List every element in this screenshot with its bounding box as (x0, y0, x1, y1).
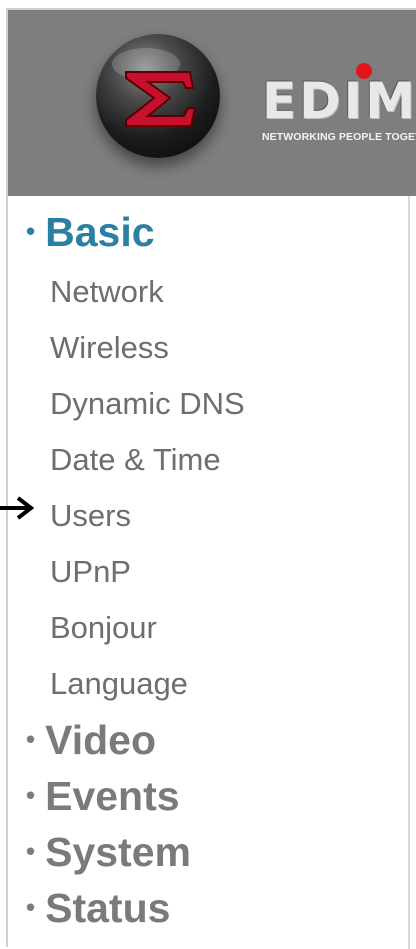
menu-section-label: Events (45, 773, 180, 819)
brand-name: EDIMAX (262, 72, 416, 130)
menu-section-video[interactable]: • Video (26, 716, 156, 767)
menu-section-events[interactable]: • Events (26, 772, 180, 823)
menu-section-label: Status (45, 885, 171, 931)
menu-section-basic[interactable]: • Basic (26, 208, 155, 259)
brand-tagline: NETWORKING PEOPLE TOGETHER (262, 131, 416, 143)
menu-item-users[interactable]: Users (50, 496, 131, 536)
menu-item-language[interactable]: Language (50, 664, 188, 704)
arrow-right-icon (0, 496, 35, 520)
menu-section-label: Basic (45, 209, 155, 255)
menu-item-bonjour[interactable]: Bonjour (50, 608, 157, 648)
menu-section-status[interactable]: • Status (26, 884, 170, 935)
menu-item-upnp[interactable]: UPnP (50, 552, 131, 592)
brand-logo: EDIMAX NETWORKING PEOPLE TOGETHER (262, 63, 416, 156)
header-banner: EDIMAX NETWORKING PEOPLE TOGETHER (8, 10, 416, 196)
menu-item-network[interactable]: Network (50, 272, 164, 312)
menu-item-wireless[interactable]: Wireless (50, 328, 169, 368)
bullet-icon: • (26, 724, 36, 755)
bullet-icon: • (26, 216, 36, 247)
menu-section-label: Video (45, 717, 156, 763)
bullet-icon: • (26, 836, 36, 867)
menu-section-system[interactable]: • System (26, 828, 191, 879)
bullet-icon: • (26, 892, 36, 923)
menu-section-label: System (45, 829, 191, 875)
sigma-logo-icon (96, 34, 220, 158)
content-divider (408, 196, 410, 949)
app-frame: EDIMAX NETWORKING PEOPLE TOGETHER • Basic… (6, 8, 416, 949)
bullet-icon: • (26, 780, 36, 811)
menu-item-date-time[interactable]: Date & Time (50, 440, 221, 480)
menu-item-dynamic-dns[interactable]: Dynamic DNS (50, 384, 245, 424)
